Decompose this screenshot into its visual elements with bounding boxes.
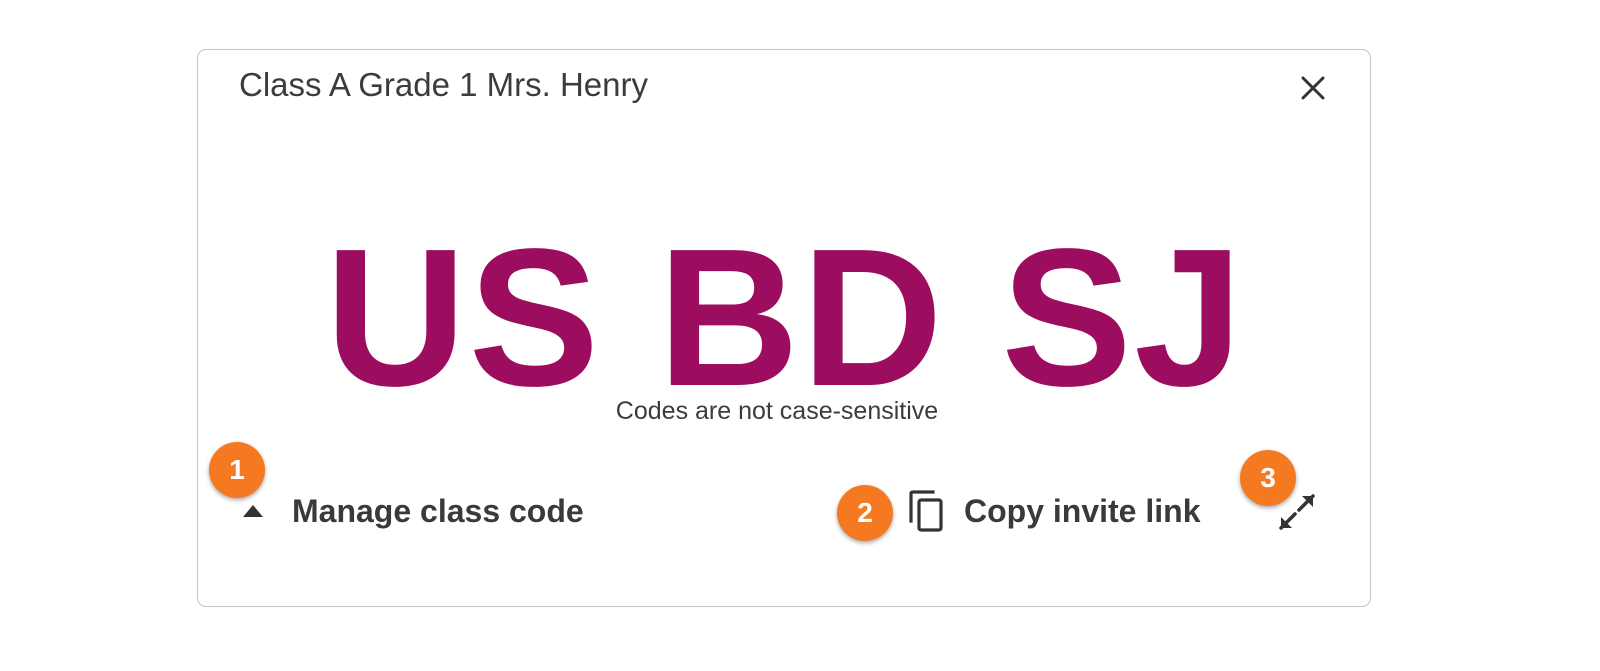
callout-badge-1: 1	[209, 442, 265, 498]
callout-badge-3: 3	[1240, 450, 1296, 506]
copy-invite-link-button[interactable]: Copy invite link	[906, 487, 1200, 535]
caret-up-icon	[238, 496, 268, 526]
manage-class-code-label: Manage class code	[292, 492, 584, 529]
close-icon	[1301, 76, 1325, 100]
copy-invite-link-label: Copy invite link	[964, 492, 1201, 529]
close-button[interactable]	[1293, 68, 1333, 108]
copy-icon	[906, 488, 946, 534]
dialog-title: Class A Grade 1 Mrs. Henry	[239, 66, 648, 103]
case-sensitivity-note: Codes are not case-sensitive	[615, 397, 939, 425]
callout-badge-2: 2	[837, 485, 893, 541]
manage-class-code-button[interactable]: Manage class code	[238, 488, 584, 534]
class-code: US BD SJ	[324, 208, 1245, 427]
class-code-dialog: Class A Grade 1 Mrs. Henry US BD SJ Code…	[197, 49, 1371, 607]
